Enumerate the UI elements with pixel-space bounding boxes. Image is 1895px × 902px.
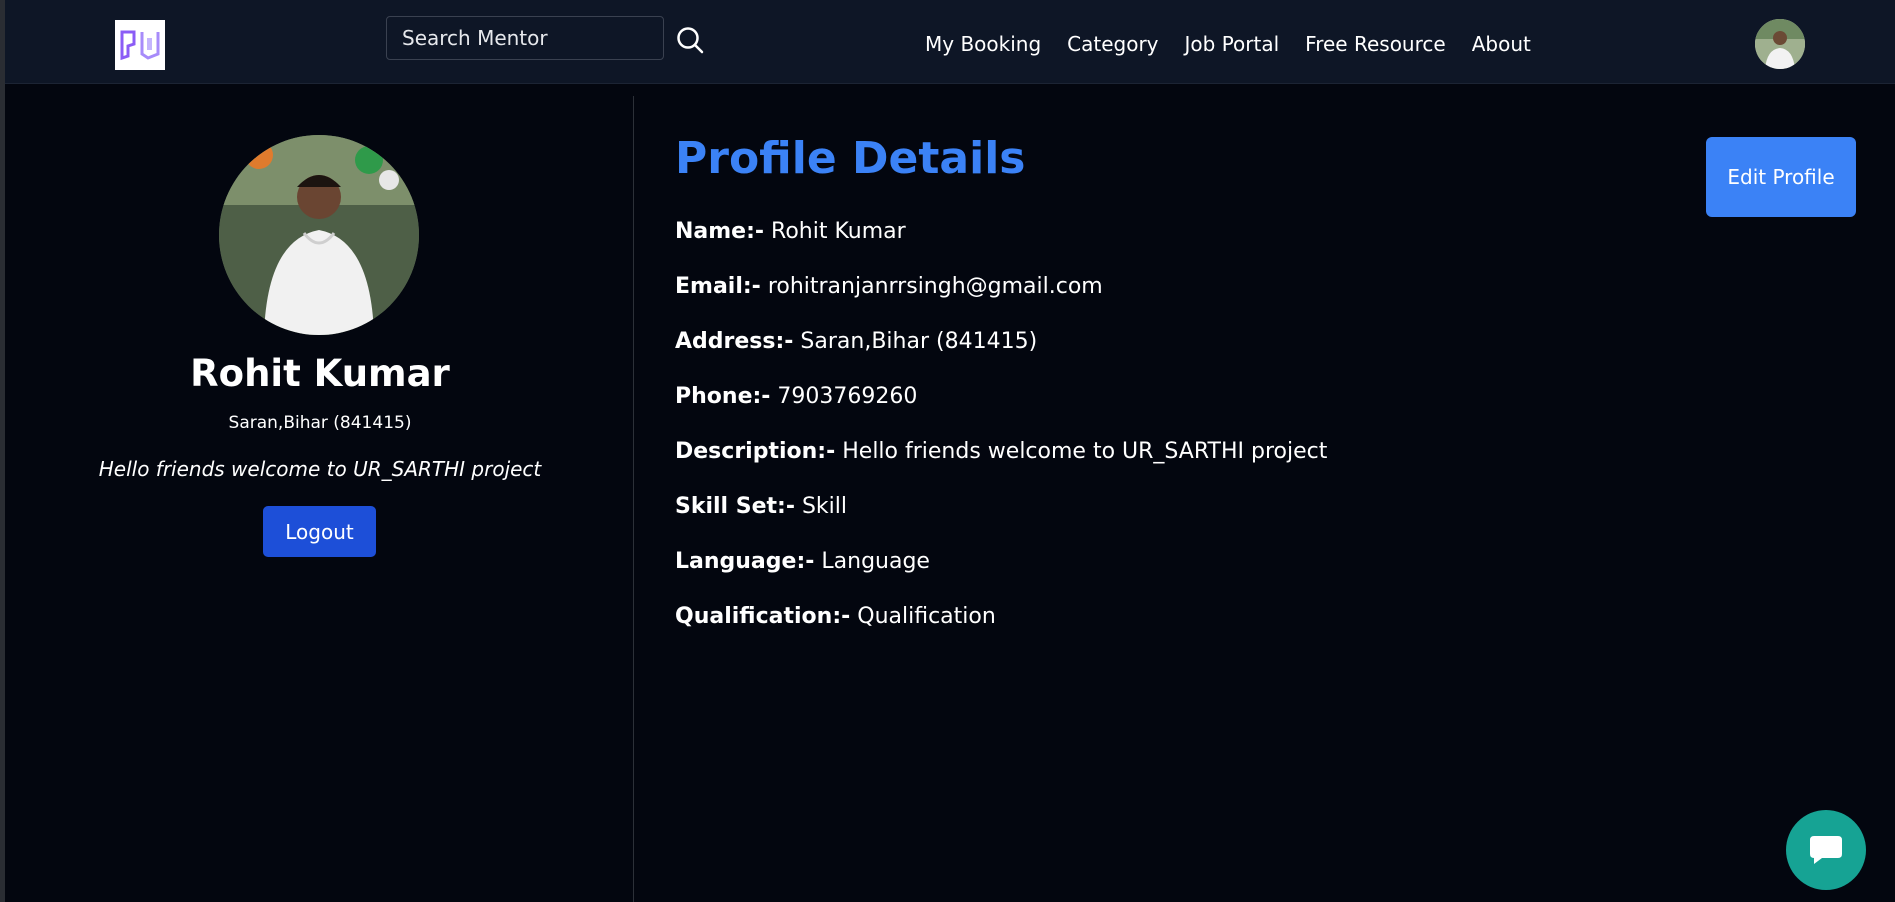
logo-icon <box>120 30 160 61</box>
detail-value: rohitranjanrrsingh@gmail.com <box>767 274 1103 299</box>
logout-button[interactable]: Logout <box>263 506 376 557</box>
detail-value: Saran,Bihar (841415) <box>800 329 1038 354</box>
detail-value: Skill <box>801 494 848 519</box>
search-button[interactable] <box>674 24 706 56</box>
detail-row-email: Email:- rohitranjanrrsingh@gmail.com <box>675 274 1103 299</box>
detail-row-phone: Phone:- 7903769260 <box>675 384 917 409</box>
column-divider <box>633 96 634 902</box>
edit-profile-button[interactable]: Edit Profile <box>1706 137 1856 217</box>
user-avatar-image <box>1755 19 1805 69</box>
window-edge <box>0 0 5 902</box>
detail-row-qualification: Qualification:- Qualification <box>675 604 996 629</box>
detail-label: Name:- <box>675 219 765 244</box>
nav-link-my-booking[interactable]: My Booking <box>925 26 1041 62</box>
detail-value: Rohit Kumar <box>771 219 906 244</box>
detail-value: Language <box>821 549 930 574</box>
detail-row-address: Address:- Saran,Bihar (841415) <box>675 329 1037 354</box>
search-icon <box>677 27 704 54</box>
detail-label: Qualification:- <box>675 604 851 629</box>
profile-name: Rohit Kumar <box>190 352 450 395</box>
chat-button[interactable] <box>1786 810 1866 890</box>
nav-links: My Booking Category Job Portal Free Reso… <box>925 26 1531 62</box>
detail-label: Email:- <box>675 274 761 299</box>
site-logo[interactable] <box>115 20 165 70</box>
search-input[interactable] <box>386 16 664 60</box>
profile-location: Saran,Bihar (841415) <box>228 413 412 433</box>
nav-link-job-portal[interactable]: Job Portal <box>1185 26 1280 62</box>
detail-row-language: Language:- Language <box>675 549 930 574</box>
detail-row-description: Description:- Hello friends welcome to U… <box>675 439 1327 464</box>
detail-value: 7903769260 <box>777 384 918 409</box>
detail-label: Phone:- <box>675 384 771 409</box>
detail-value: Hello friends welcome to UR_SARTHI proje… <box>842 439 1328 464</box>
detail-row-name: Name:- Rohit Kumar <box>675 219 906 244</box>
detail-label: Language:- <box>675 549 815 574</box>
profile-details-title: Profile Details <box>675 133 1026 184</box>
chat-bubble-icon <box>1810 836 1842 864</box>
nav-link-free-resource[interactable]: Free Resource <box>1305 26 1446 62</box>
user-avatar[interactable] <box>1755 19 1805 69</box>
profile-description: Hello friends welcome to UR_SARTHI proje… <box>98 457 542 481</box>
detail-label: Description:- <box>675 439 836 464</box>
detail-row-skill-set: Skill Set:- Skill <box>675 494 847 519</box>
detail-label: Address:- <box>675 329 794 354</box>
profile-photo-image <box>219 135 419 335</box>
nav-link-category[interactable]: Category <box>1067 26 1158 62</box>
detail-label: Skill Set:- <box>675 494 795 519</box>
navbar: My Booking Category Job Portal Free Reso… <box>5 0 1895 84</box>
nav-link-about[interactable]: About <box>1472 26 1531 62</box>
detail-value: Qualification <box>857 604 996 629</box>
profile-photo <box>219 135 419 335</box>
